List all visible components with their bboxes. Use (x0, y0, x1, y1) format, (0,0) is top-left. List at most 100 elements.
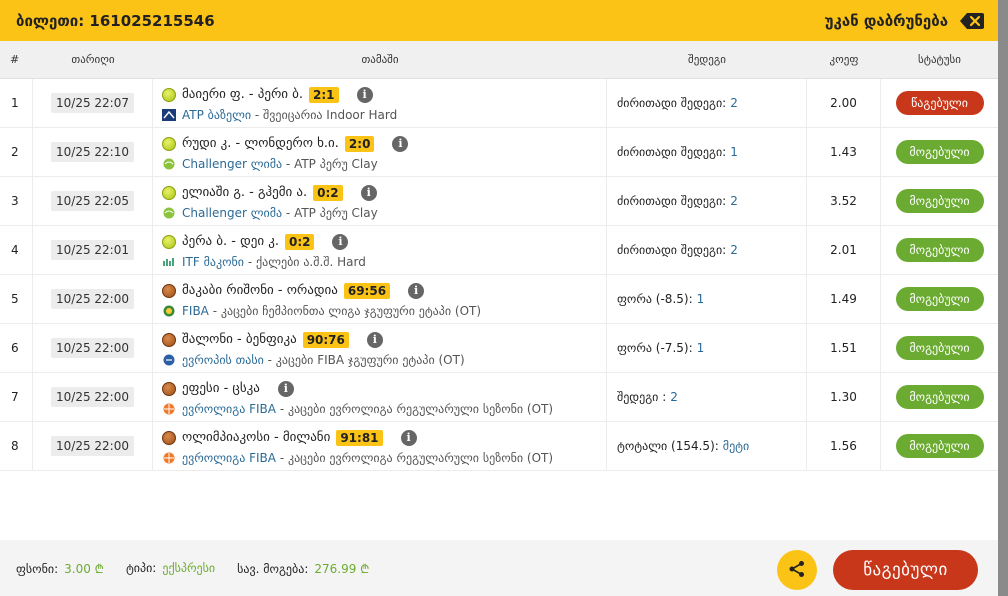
row-teams: ელიაში გ. - გჰემი ა. (182, 185, 308, 200)
row-teams: შალონი - ბენფიკა (182, 332, 297, 347)
row-teams: მაკაბი რიშონი - ორადია (182, 283, 338, 298)
row-date-cell: 10/25 22:07 (33, 79, 153, 127)
info-icon[interactable]: i (360, 184, 377, 201)
row-result-label: ძირითადი შედეგი: (617, 194, 727, 208)
tennis-ball-icon (162, 185, 176, 200)
row-date: 10/25 22:00 (51, 289, 134, 309)
table-row: 2 10/25 22:10 რუდი კ. - ლონდერო ხ.ი. 2:0… (0, 128, 998, 177)
row-league: FIBA (182, 303, 209, 318)
row-coef: 3.52 (807, 177, 881, 225)
status-badge: მოგებული (895, 385, 984, 409)
info-icon[interactable]: i (400, 429, 417, 446)
tennis-ball-icon (162, 136, 176, 151)
row-result-label: ძირითადი შედეგი: (617, 243, 727, 257)
league-logo-icon (162, 452, 176, 464)
row-game-cell: მაკაბი რიშონი - ორადია 69:56 i FIBA - კა… (153, 275, 607, 323)
row-score: 90:76 (302, 331, 349, 348)
info-icon[interactable]: i (366, 331, 383, 348)
type-info: ტიპი: ექსპრესი (126, 561, 215, 575)
row-game-cell: პერა ბ. - დეი კ. 0:2 i ITF მაკონი - ქალე… (153, 226, 607, 274)
row-num: 2 (0, 128, 33, 176)
win-label: სავ. მოგება: (237, 561, 309, 576)
league-logo-icon (162, 403, 176, 415)
row-league: ევროპის თასი (182, 352, 264, 367)
table-row: 5 10/25 22:00 მაკაბი რიშონი - ორადია 69:… (0, 275, 998, 324)
col-result: შედეგი (688, 53, 726, 66)
row-result-label: ძირითადი შედეგი: (617, 96, 727, 110)
row-teams: ოლიმპიაკოსი - მილანი (182, 430, 331, 445)
row-status-cell: წაგებული (881, 79, 998, 127)
row-league-rest: - კაცები ჩემპიონთა ლიგა ჯგუფური ეტაპი (O… (212, 303, 482, 318)
row-score: 69:56 (343, 282, 391, 299)
row-status-cell: მოგებული (881, 275, 998, 323)
row-date-cell: 10/25 22:01 (33, 226, 153, 274)
tennis-ball-icon (162, 87, 176, 102)
row-league: ევროლიგა FIBA (182, 450, 276, 465)
tennis-ball-icon (162, 234, 176, 249)
row-result-label: შედეგი : (617, 390, 667, 404)
row-num: 8 (0, 422, 33, 470)
table-row: 1 10/25 22:07 მაიერი ფ. - პერი ბ. 2:1 i … (0, 79, 998, 128)
row-score: 91:81 (336, 429, 383, 446)
info-icon[interactable]: i (332, 233, 349, 250)
row-result-cell: ძირითადი შედეგი: 2 (607, 177, 807, 225)
back-button[interactable]: უკან დაბრუნება (825, 12, 984, 30)
status-badge: მოგებული (895, 140, 984, 164)
stake-info: ფსონი: 3.00 ₾ (16, 560, 104, 577)
row-num: 3 (0, 177, 33, 225)
row-date: 10/25 22:01 (51, 240, 134, 260)
col-num: # (10, 53, 20, 66)
row-coef: 1.43 (807, 128, 881, 176)
row-result-value: 1 (696, 292, 705, 306)
row-date-cell: 10/25 22:00 (33, 373, 153, 421)
row-league-rest: - შვეიცარია Indoor Hard (254, 107, 398, 122)
stake-label: ფსონი: (16, 561, 59, 576)
row-league: ევროლიგა FIBA (182, 401, 276, 416)
status-main-button[interactable]: წაგებული (833, 550, 978, 590)
row-result-value: 2 (730, 96, 738, 110)
row-result-label: ფორა (-8.5): (617, 292, 693, 306)
col-date: თარიღი (71, 53, 115, 66)
row-date-cell: 10/25 22:10 (33, 128, 153, 176)
row-teams: რუდი კ. - ლონდერო ხ.ი. (182, 136, 339, 151)
row-date: 10/25 22:00 (51, 436, 134, 456)
league-logo-icon (162, 158, 176, 170)
row-date: 10/25 22:00 (51, 387, 134, 407)
table-row: 7 10/25 22:00 ეფესი - ცსკა i ევროლიგა FI… (0, 373, 998, 422)
info-icon[interactable]: i (277, 380, 294, 397)
row-teams: პერა ბ. - დეი კ. (182, 234, 279, 249)
status-badge: მოგებული (895, 238, 984, 262)
row-result-value: 1 (696, 341, 705, 355)
row-result-value: მეტი (722, 439, 750, 453)
row-league-rest: - კაცები FIBA ჯგუფური ეტაპი (OT) (267, 352, 465, 367)
league-logo-icon (162, 305, 176, 317)
stake-value: 3.00 ₾ (64, 561, 104, 576)
row-status-cell: მოგებული (881, 373, 998, 421)
row-result-cell: ფორა (-7.5): 1 (607, 324, 807, 372)
row-status-cell: მოგებული (881, 177, 998, 225)
row-num: 5 (0, 275, 33, 323)
row-num: 4 (0, 226, 33, 274)
row-game-cell: ელიაში გ. - გჰემი ა. 0:2 i Challenger ლი… (153, 177, 607, 225)
row-score: 2:0 (344, 135, 375, 152)
win-info: სავ. მოგება: 276.99 ₾ (237, 560, 369, 577)
row-score: 0:2 (284, 233, 315, 250)
row-league-rest: - ქალები ა.შ.შ. Hard (247, 254, 366, 269)
row-coef: 2.00 (807, 79, 881, 127)
table-row: 4 10/25 22:01 პერა ბ. - დეი კ. 0:2 i ITF… (0, 226, 998, 275)
row-date-cell: 10/25 22:05 (33, 177, 153, 225)
row-result-label: ფორა (-7.5): (617, 341, 693, 355)
row-league: Challenger ლიმა (182, 205, 283, 220)
row-result-cell: ძირითადი შედეგი: 1 (607, 128, 807, 176)
row-league-rest: - კაცები ევროლიგა რეგულარული სეზონი (OT) (279, 401, 554, 416)
info-icon[interactable]: i (408, 282, 425, 299)
type-label: ტიპი: (125, 561, 157, 575)
info-icon[interactable]: i (392, 135, 409, 152)
row-coef: 1.49 (807, 275, 881, 323)
row-result-value: 2 (730, 243, 738, 257)
info-icon[interactable]: i (356, 86, 373, 103)
row-game-cell: ეფესი - ცსკა i ევროლიგა FIBA - კაცები ევ… (153, 373, 607, 421)
col-status: სტატუსი (918, 53, 961, 66)
row-result-value: 2 (670, 390, 678, 404)
share-button[interactable] (777, 550, 817, 590)
